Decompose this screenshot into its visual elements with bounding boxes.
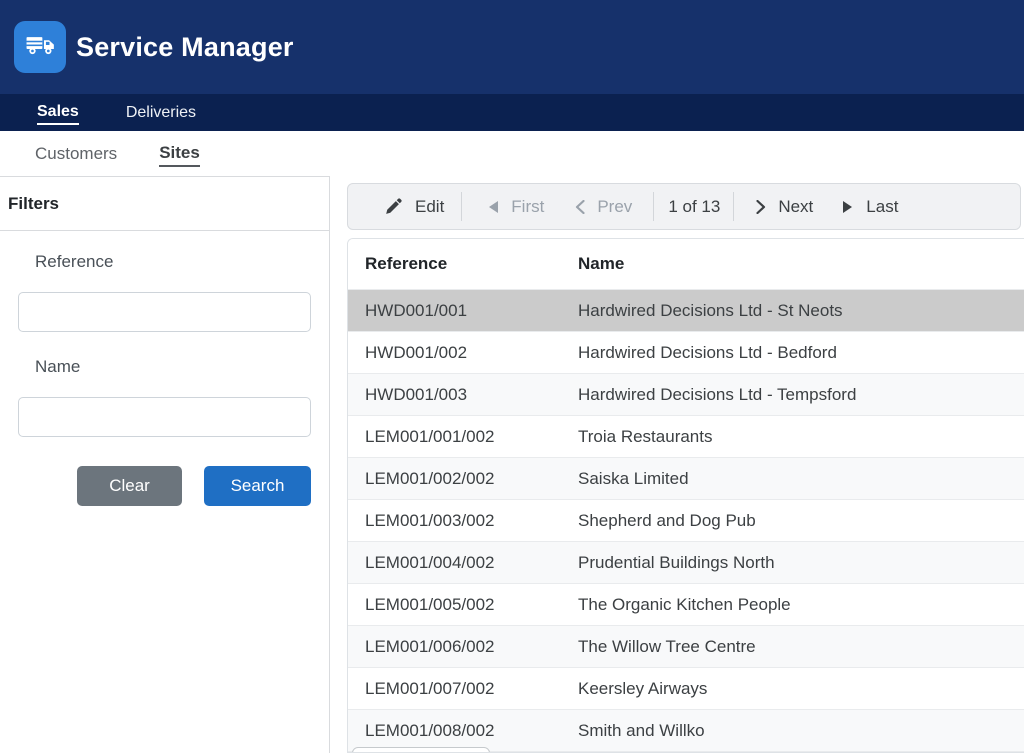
row-name: The Organic Kitchen People	[561, 595, 1024, 615]
table-row[interactable]: LEM001/007/002 Keersley Airways	[348, 667, 1024, 709]
row-reference: HWD001/002	[348, 343, 561, 363]
table-row[interactable]: LEM001/004/002 Prudential Buildings Nort…	[348, 541, 1024, 583]
truck-icon	[21, 26, 59, 69]
first-page-button[interactable]: First	[487, 197, 544, 217]
nav-tab-sales[interactable]: Sales	[37, 101, 79, 125]
row-reference: LEM001/001/002	[348, 427, 561, 447]
column-header-reference[interactable]: Reference	[348, 254, 561, 274]
table-row[interactable]: LEM001/002/002 Saiska Limited	[348, 457, 1024, 499]
secondary-nav: Customers Sites	[0, 131, 1024, 176]
row-name: Hardwired Decisions Ltd - Bedford	[561, 343, 1024, 363]
toolbar-divider	[733, 192, 734, 221]
sites-table-body: HWD001/001 Hardwired Decisions Ltd - St …	[348, 289, 1024, 751]
name-filter-label: Name	[35, 357, 311, 377]
nav-tab-deliveries[interactable]: Deliveries	[126, 102, 196, 124]
cutoff-element	[352, 747, 490, 753]
table-row[interactable]: LEM001/003/002 Shepherd and Dog Pub	[348, 499, 1024, 541]
filters-panel: Filters Reference Name Clear Search	[0, 176, 330, 753]
subnav-tab-customers[interactable]: Customers	[35, 142, 117, 166]
row-name: The Willow Tree Centre	[561, 637, 1024, 657]
row-reference: LEM001/004/002	[348, 553, 561, 573]
row-name: Hardwired Decisions Ltd - Tempsford	[561, 385, 1024, 405]
sites-table: Reference Name HWD001/001 Hardwired Deci…	[347, 238, 1024, 753]
app-header: Service Manager	[0, 0, 1024, 94]
row-name: Smith and Willko	[561, 721, 1024, 741]
table-row[interactable]: HWD001/003 Hardwired Decisions Ltd - Tem…	[348, 373, 1024, 415]
prev-page-button[interactable]: Prev	[575, 197, 632, 217]
table-toolbar: Edit First Prev 1 of 13	[347, 183, 1021, 230]
last-page-button[interactable]: Last	[842, 197, 898, 217]
edit-button[interactable]: Edit	[384, 197, 444, 217]
table-row[interactable]: LEM001/006/002 The Willow Tree Centre	[348, 625, 1024, 667]
table-row[interactable]: LEM001/005/002 The Organic Kitchen Peopl…	[348, 583, 1024, 625]
chevron-left-icon	[575, 200, 585, 214]
row-name: Saiska Limited	[561, 469, 1024, 489]
chevron-right-icon	[756, 200, 766, 214]
table-row[interactable]: HWD001/002 Hardwired Decisions Ltd - Bed…	[348, 331, 1024, 373]
main-panel: Edit First Prev 1 of 13	[330, 176, 1024, 753]
reference-filter-input[interactable]	[18, 292, 311, 332]
row-name: Troia Restaurants	[561, 427, 1024, 447]
reference-filter-label: Reference	[35, 252, 311, 272]
table-header-row: Reference Name	[348, 239, 1024, 289]
row-reference: LEM001/002/002	[348, 469, 561, 489]
table-row[interactable]: HWD001/001 Hardwired Decisions Ltd - St …	[348, 289, 1024, 331]
row-reference: HWD001/001	[348, 301, 561, 321]
toolbar-divider	[653, 192, 654, 221]
table-row[interactable]: LEM001/001/002 Troia Restaurants	[348, 415, 1024, 457]
app-title: Service Manager	[76, 32, 294, 63]
page-position: 1 of 13	[668, 197, 720, 217]
filters-header: Filters	[0, 177, 329, 231]
filter-buttons: Clear Search	[18, 466, 311, 506]
next-page-button[interactable]: Next	[756, 197, 813, 217]
row-reference: LEM001/008/002	[348, 721, 561, 741]
row-reference: LEM001/006/002	[348, 637, 561, 657]
content-area: Filters Reference Name Clear Search	[0, 176, 1024, 753]
row-name: Keersley Airways	[561, 679, 1024, 699]
row-reference: HWD001/003	[348, 385, 561, 405]
row-name: Hardwired Decisions Ltd - St Neots	[561, 301, 1024, 321]
filters-title: Filters	[8, 194, 59, 214]
triangle-left-icon	[487, 200, 499, 214]
triangle-right-icon	[842, 200, 854, 214]
search-button[interactable]: Search	[204, 466, 311, 506]
primary-nav: Sales Deliveries	[0, 94, 1024, 131]
row-reference: LEM001/007/002	[348, 679, 561, 699]
subnav-tab-sites[interactable]: Sites	[159, 141, 200, 167]
row-name: Prudential Buildings North	[561, 553, 1024, 573]
app-logo	[14, 21, 66, 73]
name-filter-input[interactable]	[18, 397, 311, 437]
filters-body: Reference Name Clear Search	[0, 252, 329, 506]
row-reference: LEM001/005/002	[348, 595, 561, 615]
row-name: Shepherd and Dog Pub	[561, 511, 1024, 531]
row-reference: LEM001/003/002	[348, 511, 561, 531]
pencil-icon	[384, 197, 403, 216]
column-header-name[interactable]: Name	[561, 254, 1024, 274]
toolbar-divider	[461, 192, 462, 221]
table-row[interactable]: LEM001/008/002 Smith and Willko	[348, 709, 1024, 751]
clear-button[interactable]: Clear	[77, 466, 182, 506]
